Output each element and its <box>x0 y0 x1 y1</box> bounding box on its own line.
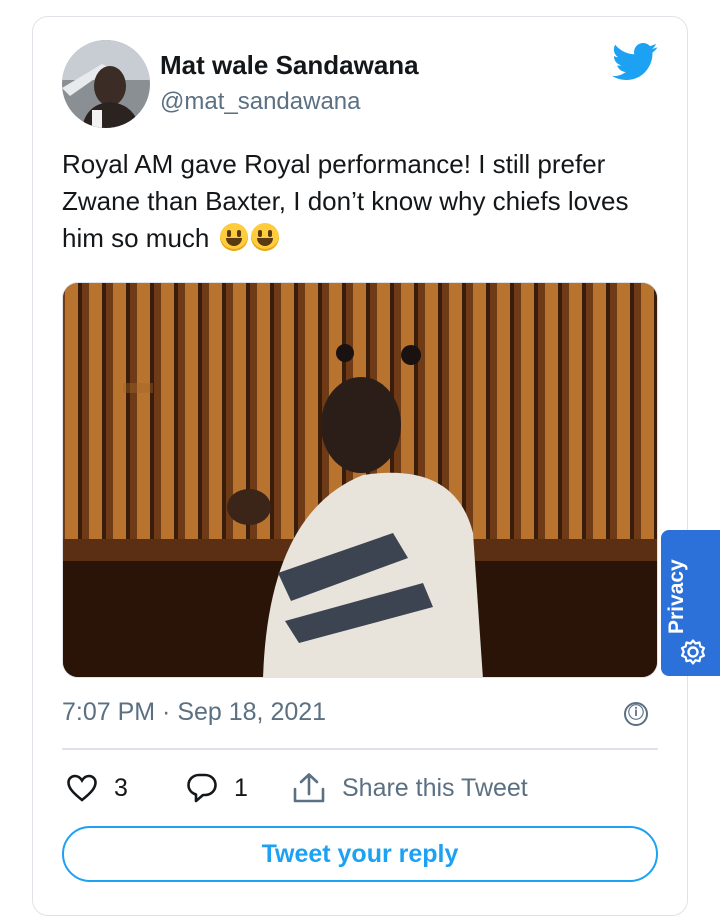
avatar[interactable] <box>62 40 150 128</box>
privacy-label: Privacy <box>665 559 688 634</box>
tweet-body: Royal AM gave Royal performance! I still… <box>62 149 629 253</box>
like-count: 3 <box>114 773 128 802</box>
display-name[interactable]: Mat wale Sandawana <box>160 50 419 81</box>
tweet-reply-button[interactable]: Tweet your reply <box>62 826 658 882</box>
heart-icon <box>67 774 97 802</box>
reply-action[interactable]: 1 <box>186 772 248 804</box>
grinning-face-emoji <box>250 223 279 251</box>
gear-icon <box>680 639 706 665</box>
privacy-tab[interactable]: Privacy <box>661 530 720 676</box>
user-handle[interactable]: @mat_sandawana <box>160 88 360 116</box>
twitter-bird-icon[interactable] <box>612 42 658 82</box>
tweet-timestamp[interactable]: 7:07 PM · Sep 18, 2021 <box>62 698 326 727</box>
reply-bubble-icon <box>187 773 217 803</box>
share-label: Share this Tweet <box>342 773 528 802</box>
grinning-face-emoji <box>219 223 248 251</box>
tweet-photo[interactable] <box>62 282 658 678</box>
share-icon <box>293 773 325 803</box>
info-icon[interactable]: ⓘ <box>624 702 648 726</box>
divider <box>62 748 658 750</box>
tweet-text: Royal AM gave Royal performance! I still… <box>62 146 642 257</box>
like-action[interactable]: 3 <box>66 772 128 804</box>
share-action[interactable]: Share this Tweet <box>292 772 528 804</box>
reply-count: 1 <box>234 773 248 802</box>
